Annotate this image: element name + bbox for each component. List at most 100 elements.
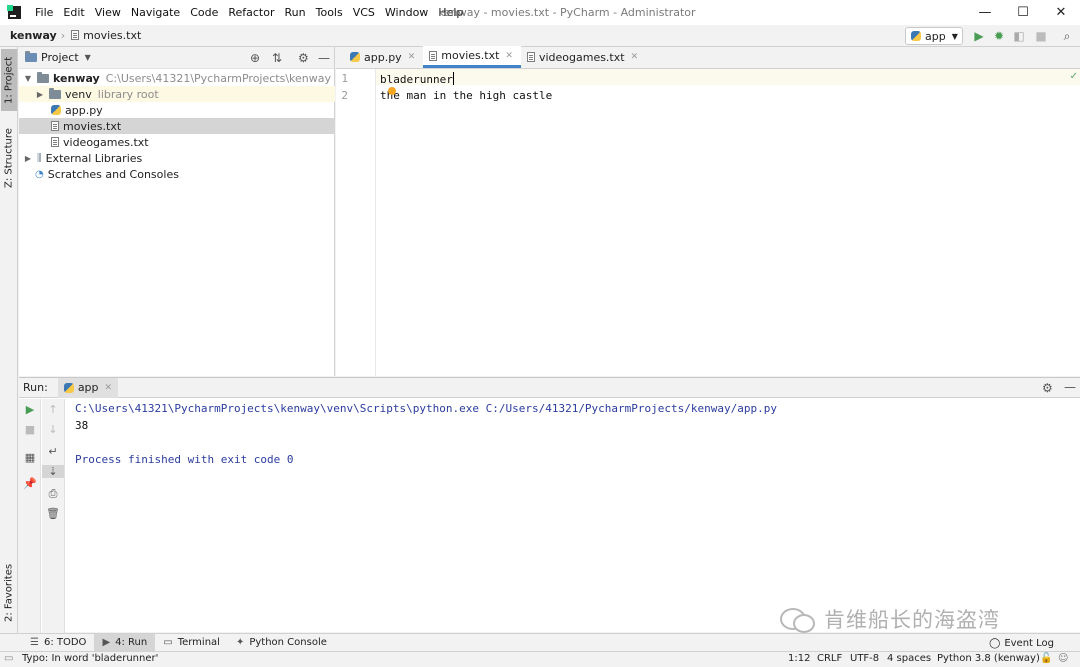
run-tab-label: app — [77, 381, 99, 394]
lock-icon[interactable]: 🔓 — [1040, 653, 1052, 664]
breadcrumb-file-label: movies.txt — [83, 29, 142, 42]
layout-icon[interactable]: ▦ — [19, 451, 41, 464]
tree-item-app-py[interactable]: app.py — [19, 102, 335, 118]
print-icon[interactable]: ⎙ — [42, 487, 64, 501]
hide-icon[interactable]: — — [318, 51, 330, 65]
menu-vcs[interactable]: VCS — [348, 6, 380, 19]
maximize-button[interactable]: ☐ — [1004, 0, 1042, 25]
debug-icon[interactable]: ✹ — [992, 29, 1006, 43]
menu-navigate[interactable]: Navigate — [126, 6, 185, 19]
folder-icon — [49, 87, 61, 99]
coverage-icon[interactable]: ◧ — [1012, 29, 1026, 43]
menu-window[interactable]: Window — [380, 6, 433, 19]
python-file-icon — [51, 105, 61, 115]
indent-setting[interactable]: 4 spaces — [887, 653, 931, 664]
collapse-all-icon[interactable]: ⇅ — [272, 51, 282, 65]
line-number-gutter: 1 2 — [336, 69, 376, 376]
status-message[interactable]: Typo: In word 'bladerunner' — [22, 653, 158, 664]
todo-icon: ☰ — [30, 637, 39, 648]
tree-item-external-libraries[interactable]: ▶ ⫼ External Libraries — [19, 150, 335, 166]
tree-item-scratches[interactable]: ◔ Scratches and Consoles — [19, 166, 335, 182]
code-line-1[interactable]: bladerunner — [380, 72, 454, 86]
tab-videogames-txt[interactable]: videogames.txt ✕ — [521, 46, 646, 68]
inspector-icon[interactable]: ☺ — [1058, 653, 1068, 664]
pin-icon[interactable]: 📌 — [19, 477, 41, 490]
gear-icon[interactable]: ⚙ — [298, 51, 309, 65]
tree-item-label: venv — [65, 87, 92, 101]
tab-run[interactable]: ▶ 4: Run — [94, 633, 156, 652]
line-number: 1 — [341, 72, 348, 85]
tab-label: videogames.txt — [538, 50, 625, 64]
wechat-watermark: 肯维船长的海盗湾 — [780, 604, 1000, 634]
tree-item-label: videogames.txt — [63, 135, 149, 149]
tab-movies-txt[interactable]: movies.txt ✕ — [423, 46, 521, 68]
close-button[interactable]: ✕ — [1042, 0, 1080, 25]
bottom-tool-tabs: ☰ 6: TODO ▶ 4: Run ▭ Terminal ✦ Python C… — [0, 633, 1080, 652]
caret-position[interactable]: 1:12 — [788, 653, 810, 664]
line-ending[interactable]: CRLF — [817, 653, 842, 664]
event-log-icon: ◯ — [989, 637, 1001, 649]
file-encoding[interactable]: UTF-8 — [850, 653, 879, 664]
breadcrumb-project[interactable]: kenway — [10, 29, 57, 42]
menu-refactor[interactable]: Refactor — [223, 6, 279, 19]
lightbulb-icon[interactable] — [388, 87, 396, 95]
close-tab-icon[interactable]: ✕ — [631, 52, 639, 62]
text-file-icon — [429, 50, 438, 61]
inspection-ok-icon[interactable]: ✓ — [1070, 71, 1078, 82]
down-arrow-icon[interactable]: ↓ — [42, 423, 64, 436]
tab-python-console[interactable]: ✦ Python Console — [228, 634, 335, 652]
tab-favorites[interactable]: 2: Favorites — [1, 557, 17, 629]
locate-icon[interactable]: ⊕ — [250, 51, 260, 65]
console-exit-line: Process finished with exit code 0 — [75, 453, 294, 466]
console-command-line: C:\Users\41321\PycharmProjects\kenway\ve… — [75, 402, 777, 415]
minimize-button[interactable]: — — [966, 0, 1004, 25]
chevron-down-icon[interactable]: ▼ — [85, 53, 91, 62]
tab-app-py[interactable]: app.py ✕ — [344, 46, 423, 68]
title-bar: File Edit View Navigate Code Refactor Ru… — [0, 0, 1080, 25]
editor-tab-bar: app.py ✕ movies.txt ✕ videogames.txt ✕ — [336, 46, 1080, 69]
tree-item-movies-txt[interactable]: movies.txt — [19, 118, 335, 134]
close-tab-icon[interactable]: ✕ — [408, 52, 416, 62]
status-bar: ▭ Typo: In word 'bladerunner' 1:12 CRLF … — [0, 651, 1080, 667]
line-number: 2 — [341, 89, 348, 102]
event-log-label: Event Log — [1004, 637, 1054, 649]
menu-view[interactable]: View — [90, 6, 126, 19]
soft-wrap-icon[interactable]: ↵ — [42, 445, 64, 458]
up-arrow-icon[interactable]: ↑ — [42, 403, 64, 416]
menu-code[interactable]: Code — [185, 6, 223, 19]
trash-icon[interactable]: 🗑 — [42, 507, 64, 520]
tab-todo[interactable]: ☰ 6: TODO — [22, 634, 94, 652]
rerun-icon[interactable]: ▶ — [19, 403, 41, 416]
close-tab-icon[interactable]: ✕ — [505, 51, 513, 61]
window-title: kenway - movies.txt - PyCharm - Administ… — [438, 6, 696, 19]
run-icon[interactable]: ▶ — [972, 29, 986, 43]
tab-terminal[interactable]: ▭ Terminal — [155, 634, 228, 652]
menu-edit[interactable]: Edit — [58, 6, 89, 19]
tree-item-videogames-txt[interactable]: videogames.txt — [19, 134, 335, 150]
project-view-icon — [25, 51, 37, 62]
close-tab-icon[interactable]: ✕ — [105, 383, 113, 393]
scroll-to-end-icon[interactable]: ⇣ — [42, 465, 64, 478]
python-interpreter[interactable]: Python 3.8 (kenway) — [937, 653, 1040, 664]
project-panel-title[interactable]: Project — [41, 51, 79, 64]
hide-icon[interactable]: — — [1064, 380, 1076, 394]
menu-run[interactable]: Run — [280, 6, 311, 19]
breadcrumb-file[interactable]: movies.txt — [71, 29, 141, 42]
run-configuration-select[interactable]: app ▼ — [905, 27, 963, 45]
menu-tools[interactable]: Tools — [311, 6, 348, 19]
menu-file[interactable]: File — [30, 6, 58, 19]
stop-icon[interactable]: ■ — [1034, 29, 1048, 43]
tab-structure[interactable]: Z: Structure — [1, 123, 17, 193]
stop-icon[interactable]: ■ — [19, 423, 41, 436]
tree-item-venv[interactable]: ▶ venv library root — [19, 86, 335, 102]
run-toolbar-secondary: ↑ ↓ ↵ ⇣ ⎙ 🗑 — [42, 399, 65, 633]
search-icon[interactable]: ⌕ — [1060, 29, 1074, 43]
tree-item-kenway[interactable]: ▼ kenway C:\Users\41321\PycharmProjects\… — [19, 70, 335, 86]
event-log-button[interactable]: ◯ Event Log — [989, 634, 1054, 652]
tab-project[interactable]: 1: Project — [1, 49, 17, 111]
gear-icon[interactable]: ⚙ — [1042, 381, 1053, 395]
run-tab-app[interactable]: app ✕ — [57, 377, 119, 398]
code-line-2[interactable]: the man in the high castle — [380, 89, 552, 102]
text-caret — [452, 72, 454, 85]
run-configuration-label: app — [925, 29, 946, 43]
